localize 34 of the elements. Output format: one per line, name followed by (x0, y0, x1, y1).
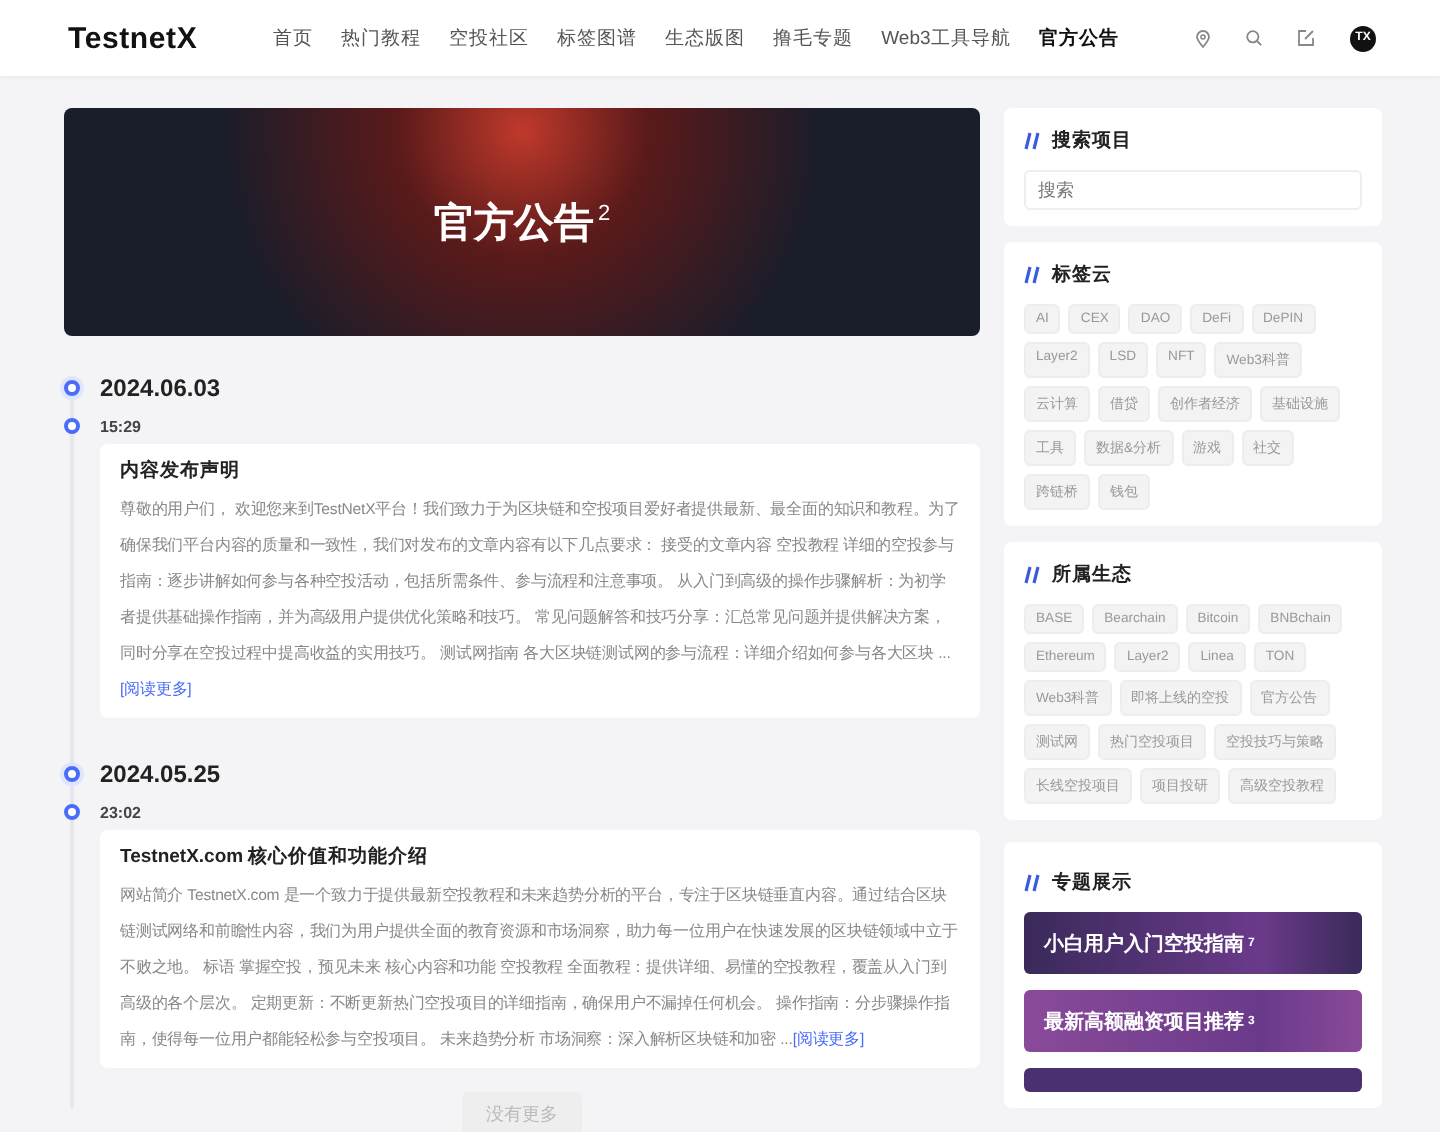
post-time: 15:29 (100, 417, 141, 435)
timeline-dot (64, 766, 80, 782)
nav-link[interactable]: 标签图谱 (557, 25, 638, 51)
post-date: 2024.05.25 (100, 760, 221, 788)
nav-link[interactable]: 热门教程 (341, 25, 422, 51)
nav-link[interactable]: Web3工具导航 (881, 25, 1011, 51)
site-logo[interactable]: TestnetX (68, 21, 198, 55)
post-title[interactable]: 内容发布声明 (120, 458, 960, 484)
nav-link[interactable]: 撸毛专题 (773, 25, 854, 51)
nav-link[interactable]: 首页 (273, 25, 314, 51)
slash-icon (1024, 266, 1040, 284)
section-title: 搜索项目 (1052, 128, 1132, 154)
nav-link[interactable]: 生态版图 (665, 25, 746, 51)
nav-link[interactable]: 官方公告 (1038, 25, 1119, 51)
slash-icon (1024, 132, 1040, 150)
slash-icon (1024, 874, 1040, 892)
nav-link[interactable]: 空投社区 (449, 25, 530, 51)
slash-icon (1024, 566, 1040, 584)
timeline-dot (64, 380, 80, 396)
post-time: 23:02 (100, 803, 141, 821)
topic-banner[interactable]: 最新高额融资项目推荐 $^{3}$ (1024, 990, 1362, 1052)
section-title: 标签云 (1052, 262, 1112, 288)
timeline-dot (64, 418, 80, 434)
search-icon[interactable] (1246, 30, 1262, 46)
timeline-dot (64, 804, 80, 820)
location-pin-icon[interactable] (1196, 29, 1210, 47)
section-title: 专题展示 (1052, 870, 1132, 896)
page-title: 官方公告$^{2}$ (433, 199, 611, 249)
post-date: 2024.06.03 (100, 374, 221, 402)
post-title[interactable]: TestnetX.com 核心价值和功能介绍 (120, 844, 960, 870)
search-field[interactable]: 搜索 (1024, 170, 1362, 210)
topic-banner[interactable]: 小白用户入门空投指南 $^{7}$ (1024, 912, 1362, 974)
edit-icon[interactable] (1298, 30, 1314, 46)
section-title: 所属生态 (1052, 562, 1132, 588)
